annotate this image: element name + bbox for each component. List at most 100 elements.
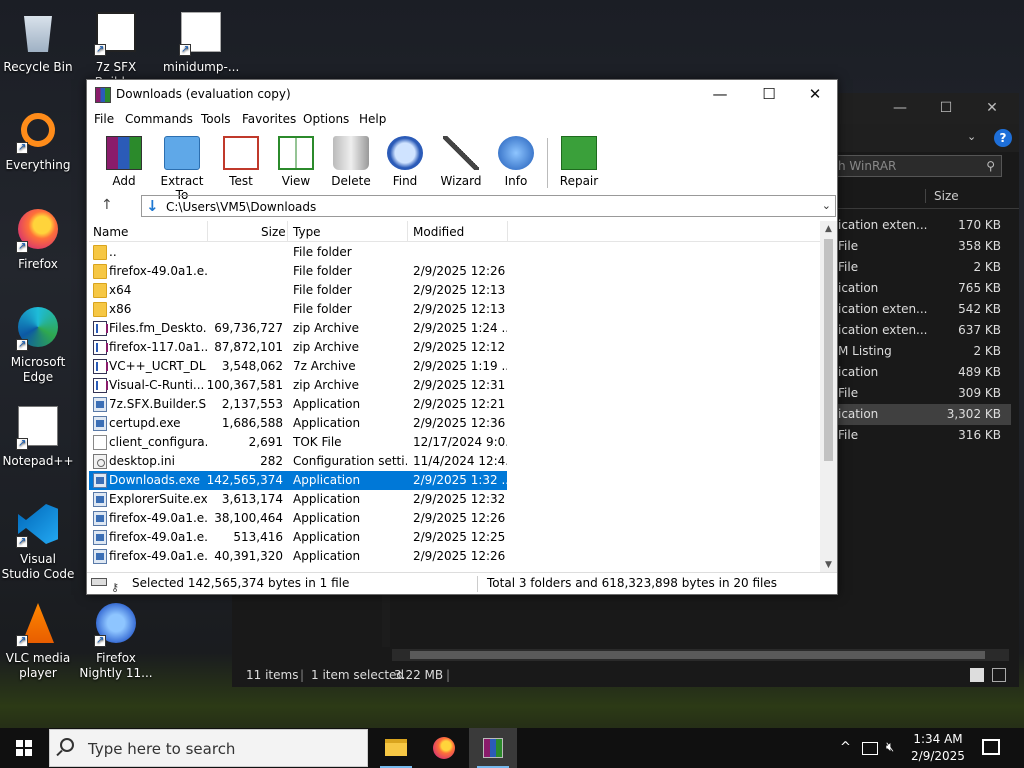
desktop-icon-everything[interactable]: Everything xyxy=(0,106,76,173)
up-arrow-icon[interactable]: ↑ xyxy=(101,197,113,213)
desktop-icon-edge[interactable]: Microsoft Edge xyxy=(0,303,76,385)
column-modified[interactable]: Modified xyxy=(413,225,464,239)
table-row[interactable]: firefox-49.0a1.e... File folder 2/9/2025 1… xyxy=(89,262,507,281)
column-name[interactable]: Name xyxy=(93,225,128,239)
menu-help[interactable]: Help xyxy=(359,112,386,126)
explorer-hscrollbar[interactable] xyxy=(392,649,1009,661)
column-type[interactable]: Type xyxy=(293,225,321,239)
notification-icon[interactable] xyxy=(982,739,1000,755)
tiles-view-icon[interactable] xyxy=(992,668,1006,682)
test-button[interactable]: Test xyxy=(213,136,269,188)
table-row[interactable]: desktop.ini 282 Configuration setti... 11/4… xyxy=(89,452,507,471)
desktop-icon-recycle-bin[interactable]: Recycle Bin xyxy=(0,8,76,75)
menu-tools[interactable]: Tools xyxy=(201,112,231,126)
taskbar-winrar[interactable] xyxy=(469,728,517,768)
application-icon xyxy=(93,530,107,545)
winrar-window[interactable]: Downloads (evaluation copy) — ☐ ✕ File Co… xyxy=(86,79,838,595)
volume-muted-icon[interactable]: 🔇︎ xyxy=(886,740,894,755)
desktop-icon-minidump[interactable]: minidump-... xyxy=(163,8,239,75)
list-item[interactable]: File 309 KB xyxy=(832,383,1011,404)
list-item[interactable]: ication 3,302 KB xyxy=(832,404,1011,425)
list-item[interactable]: ication exten... 170 KB xyxy=(832,215,1011,236)
table-row[interactable]: 7z.SFX.Builder.S... 2,137,553 Application 2… xyxy=(89,395,507,414)
desktop-icon-vscode[interactable]: Visual Studio Code xyxy=(0,500,76,582)
table-row[interactable]: Downloads.exe 142,565,374 Application 2/9/2… xyxy=(89,471,507,490)
table-row[interactable]: x64 File folder 2/9/2025 12:13 ... xyxy=(89,281,507,300)
file-modified: 2/9/2025 12:12 ... xyxy=(413,340,507,354)
table-row[interactable]: firefox-49.0a1.e... 38,100,464 Application… xyxy=(89,509,507,528)
delete-icon xyxy=(333,136,369,170)
delete-button[interactable]: Delete xyxy=(323,136,379,188)
column-size[interactable]: Size xyxy=(934,189,959,203)
clock[interactable]: 1:34 AM 2/9/2025 xyxy=(904,731,972,765)
desktop-icon-label: Visual Studio Code xyxy=(1,552,75,581)
table-row[interactable]: firefox-49.0a1.e... 513,416 Application 2/9… xyxy=(89,528,507,547)
list-item[interactable]: File 2 KB xyxy=(832,257,1011,278)
close-icon[interactable]: ✕ xyxy=(969,93,1015,124)
file-modified: 2/9/2025 12:26 ... xyxy=(413,549,507,563)
list-item[interactable]: ication 765 KB xyxy=(832,278,1011,299)
minimize-icon[interactable]: — xyxy=(697,80,743,110)
wizard-button[interactable]: Wizard xyxy=(433,136,489,188)
view-button[interactable]: View xyxy=(268,136,324,188)
drive-icon[interactable] xyxy=(91,578,107,586)
add-button[interactable]: Add xyxy=(96,136,152,188)
search-icon xyxy=(60,738,74,752)
maximize-icon[interactable]: ☐ xyxy=(746,80,792,110)
list-item[interactable]: ication 489 KB xyxy=(832,362,1011,383)
key-icon[interactable]: ⚷ xyxy=(111,577,119,598)
column-size[interactable]: Size xyxy=(261,225,286,239)
scroll-thumb[interactable] xyxy=(410,651,985,659)
table-row[interactable]: Visual-C-Runti... 100,367,581 zip Archive 2… xyxy=(89,376,507,395)
network-icon[interactable] xyxy=(862,742,878,755)
menu-commands[interactable]: Commands xyxy=(125,112,193,126)
close-icon[interactable]: ✕ xyxy=(792,80,838,110)
list-item[interactable]: File 316 KB xyxy=(832,425,1011,446)
menu-favorites[interactable]: Favorites xyxy=(242,112,296,126)
address-bar[interactable]: ↓ C:\Users\VM5\Downloads ⌄ xyxy=(141,195,836,217)
taskbar-file-explorer[interactable] xyxy=(372,728,420,768)
file-list-vscrollbar[interactable]: ▲ ▼ xyxy=(820,221,837,573)
repair-button[interactable]: Repair xyxy=(551,136,607,188)
desktop-icon-sfx-builder[interactable]: 7z SFX Builder xyxy=(78,8,154,90)
help-icon[interactable]: ? xyxy=(994,129,1012,147)
menu-options[interactable]: Options xyxy=(303,112,349,126)
table-row[interactable]: firefox-49.0a1.e... 40,391,320 Application… xyxy=(89,547,507,566)
maximize-icon[interactable]: ☐ xyxy=(923,93,969,124)
table-row[interactable]: client_configura... 2,691 TOK File 12/17/20… xyxy=(89,433,507,452)
table-row[interactable]: certupd.exe 1,686,588 Application 2/9/2025 … xyxy=(89,414,507,433)
desktop-icon-firefox[interactable]: Firefox xyxy=(0,205,76,272)
taskbar-search-input[interactable]: Type here to search xyxy=(49,729,368,767)
test-icon xyxy=(223,136,259,170)
list-item[interactable]: M Listing 2 KB xyxy=(832,341,1011,362)
menu-file[interactable]: File xyxy=(94,112,114,126)
find-button[interactable]: Find xyxy=(377,136,433,188)
scroll-thumb[interactable] xyxy=(824,239,833,461)
table-row[interactable]: Files.fm_Deskto... 69,736,727 zip Archive 2… xyxy=(89,319,507,338)
table-row[interactable]: x86 File folder 2/9/2025 12:13 ... xyxy=(89,300,507,319)
scroll-down-icon[interactable]: ▼ xyxy=(820,557,837,573)
list-item[interactable]: ication exten... 637 KB xyxy=(832,320,1011,341)
chevron-down-icon[interactable]: ⌄ xyxy=(967,130,976,143)
desktop-icon-vlc[interactable]: VLC media player xyxy=(0,599,76,681)
details-view-icon[interactable] xyxy=(970,668,984,682)
list-item[interactable]: File 358 KB xyxy=(832,236,1011,257)
chevron-down-icon[interactable]: ⌄ xyxy=(822,199,831,212)
file-name: certupd.exe xyxy=(109,416,181,430)
minimize-icon[interactable]: — xyxy=(877,93,923,124)
list-item[interactable]: ication exten... 542 KB xyxy=(832,299,1011,320)
winrar-titlebar[interactable]: Downloads (evaluation copy) — ☐ ✕ xyxy=(87,80,837,110)
scroll-up-icon[interactable]: ▲ xyxy=(820,221,837,237)
table-row[interactable]: .. File folder xyxy=(89,243,507,262)
chevron-up-icon[interactable]: ^ xyxy=(840,740,851,755)
table-row[interactable]: ExplorerSuite.exe 3,613,174 Application 2/9… xyxy=(89,490,507,509)
desktop-icon-notepadpp[interactable]: Notepad++ xyxy=(0,402,76,469)
table-row[interactable]: VC++_UCRT_DL... 3,548,062 7z Archive 2/9/20… xyxy=(89,357,507,376)
info-button[interactable]: Info xyxy=(488,136,544,188)
file-modified: 2/9/2025 1:19 ... xyxy=(413,359,507,373)
table-row[interactable]: firefox-117.0a1... 87,872,101 zip Archive 2… xyxy=(89,338,507,357)
start-button[interactable] xyxy=(0,728,48,768)
explorer-search-input[interactable]: h WinRAR ⚲ xyxy=(829,155,1002,177)
desktop-icon-firefox-nightly[interactable]: Firefox Nightly 11... xyxy=(78,599,154,681)
taskbar-firefox[interactable] xyxy=(420,728,468,768)
